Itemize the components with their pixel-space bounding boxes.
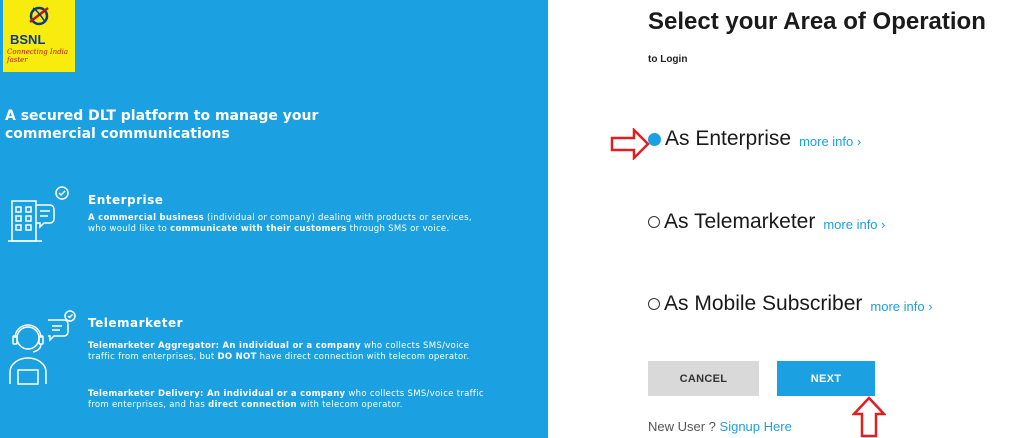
option-telemarketer[interactable]: As Telemarketer more info › [648,210,885,234]
annotation-arrow-up-icon [852,396,886,438]
more-info-telemarketer-link[interactable]: more info › [823,217,885,232]
bsnl-globe-icon [29,6,49,26]
more-info-enterprise-link[interactable]: more info › [799,134,861,149]
telemarketer-delivery-description: Telemarketer Delivery: An individual or … [88,389,484,410]
headset-agent-icon [9,310,76,385]
next-button[interactable]: NEXT [777,361,875,396]
new-user-text: New User ? [648,419,720,434]
platform-headline: A secured DLT platform to manage your co… [5,108,319,142]
brand-name: BSNL [10,32,46,47]
option-mobile-subscriber[interactable]: As Mobile Subscriber more info › [648,292,933,316]
option-mobile-subscriber-label[interactable]: As Mobile Subscriber [664,292,862,316]
signup-row: New User ? Signup Here [648,419,792,434]
signup-link[interactable]: Signup Here [720,419,792,434]
radio-telemarketer[interactable] [648,216,660,228]
annotation-arrow-right-icon [610,128,650,160]
option-enterprise[interactable]: As Enterprise more info › [648,127,861,151]
telemarketer-aggregator-description: Telemarketer Aggregator: An individual o… [88,341,470,362]
info-panel: BSNL Connecting India faster A secured D… [0,0,548,438]
brand-tagline: Connecting India faster [7,48,69,64]
option-enterprise-label[interactable]: As Enterprise [665,127,791,151]
more-info-mobile-subscriber-link[interactable]: more info › [870,299,932,314]
radio-mobile-subscriber[interactable] [648,298,660,310]
bsnl-logo: BSNL Connecting India faster [3,0,75,72]
page-title: Select your Area of Operation [648,8,986,35]
radio-enterprise[interactable] [648,132,661,146]
enterprise-description: A commercial business (individual or com… [88,213,472,234]
page-subtitle: to Login [648,54,688,65]
building-chat-icon [8,186,69,242]
enterprise-title: Enterprise [88,193,164,207]
telemarketer-title: Telemarketer [88,316,184,330]
option-telemarketer-label[interactable]: As Telemarketer [664,210,815,234]
cancel-button[interactable]: CANCEL [648,361,759,396]
